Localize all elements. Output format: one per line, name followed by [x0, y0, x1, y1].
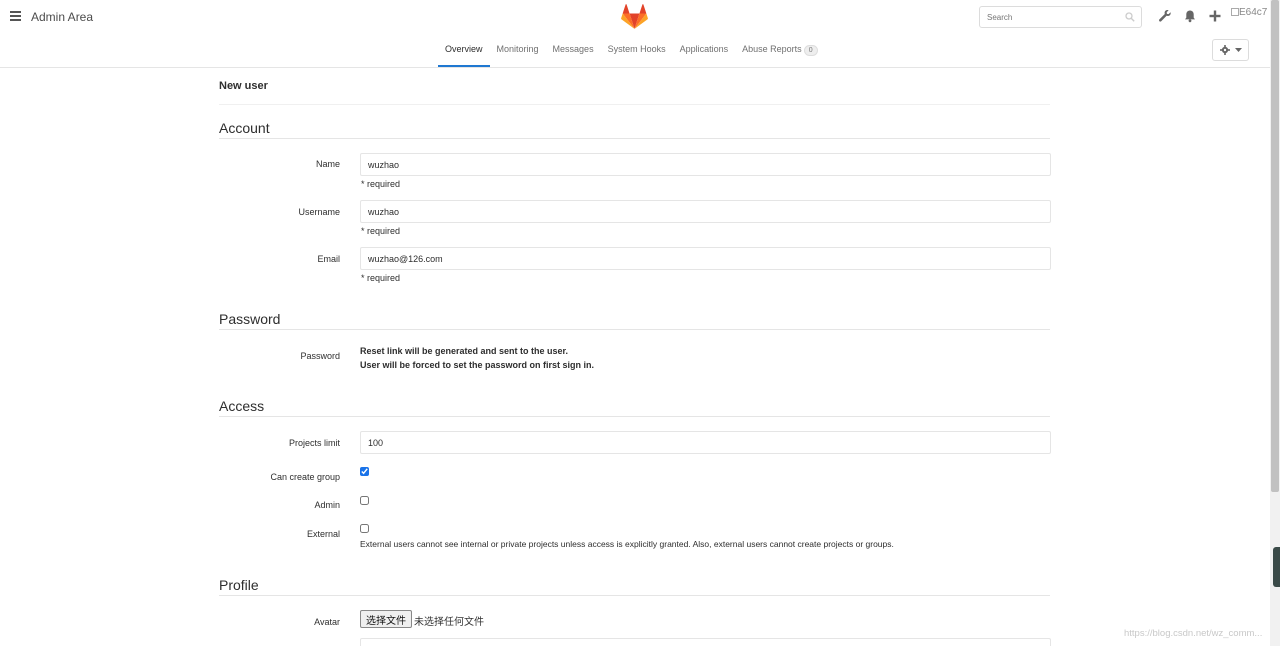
can-create-group-checkbox[interactable]: [360, 467, 369, 476]
password-info-line2: User will be forced to set the password …: [360, 360, 595, 370]
username-required-hint: * required: [361, 226, 401, 236]
password-reset-info: Reset link will be generated and sent to…: [360, 344, 594, 372]
email-input[interactable]: [360, 247, 1051, 270]
email-required-hint: * required: [361, 273, 401, 283]
projects-limit-label: Projects limit: [288, 438, 340, 448]
avatar-label: Avatar: [314, 617, 340, 627]
username-input[interactable]: [360, 200, 1051, 223]
admin-nav: Overview Monitoring Messages System Hook…: [0, 34, 1270, 68]
bell-icon[interactable]: [1183, 9, 1197, 23]
account-divider: [219, 138, 1050, 139]
password-info-line1: Reset link will be generated and sent to…: [360, 346, 569, 356]
abuse-reports-count-badge: 0: [803, 45, 818, 56]
no-file-chosen-text: 未选择任何文件: [414, 617, 484, 628]
name-required-hint: * required: [361, 179, 401, 189]
password-heading: Password: [219, 311, 281, 327]
external-label: External: [306, 529, 340, 539]
can-create-group-label: Can create group: [270, 472, 340, 482]
settings-dropdown-button[interactable]: [1212, 39, 1249, 61]
name-label: Name: [315, 159, 340, 169]
external-checkbox[interactable]: [360, 524, 369, 533]
tab-abuse-reports-label: Abuse Reports: [742, 44, 802, 54]
access-heading: Access: [219, 398, 265, 414]
avatar-alt-text: E64c7: [1239, 7, 1268, 18]
title-divider: [219, 104, 1050, 105]
page-scrollbar-thumb[interactable]: [1271, 0, 1279, 492]
email-label: Email: [317, 254, 340, 264]
tab-applications[interactable]: Applications: [673, 34, 736, 67]
next-profile-field[interactable]: [360, 638, 1051, 646]
tab-system-hooks[interactable]: System Hooks: [601, 34, 673, 67]
tab-messages[interactable]: Messages: [546, 34, 601, 67]
external-help-text: External users cannot see internal or pr…: [360, 539, 894, 549]
side-floating-widget[interactable]: [1273, 547, 1280, 587]
projects-limit-input[interactable]: [360, 431, 1051, 454]
account-heading: Account: [219, 120, 270, 136]
user-avatar[interactable]: E64c7: [1231, 7, 1270, 18]
access-divider: [219, 416, 1050, 417]
top-header: Admin Area E64c7: [0, 0, 1270, 34]
password-label: Password: [300, 351, 340, 361]
name-input[interactable]: [360, 153, 1051, 176]
profile-divider: [219, 595, 1050, 596]
watermark-text: https://blog.csdn.net/wz_comm...: [1124, 628, 1263, 639]
choose-file-button[interactable]: 选择文件: [360, 610, 412, 628]
search-icon: [1125, 12, 1135, 22]
admin-area-title: Admin Area: [31, 10, 94, 24]
search-box[interactable]: [979, 6, 1142, 28]
admin-label: Admin: [314, 500, 340, 510]
gitlab-logo-icon[interactable]: [621, 4, 648, 29]
page-title: New user: [219, 80, 268, 92]
password-divider: [219, 329, 1050, 330]
profile-heading: Profile: [219, 577, 259, 593]
tab-monitoring[interactable]: Monitoring: [490, 34, 546, 67]
chevron-down-icon: [1234, 47, 1242, 52]
broken-image-icon: [1231, 8, 1239, 16]
wrench-icon[interactable]: [1158, 9, 1172, 23]
hamburger-menu-icon[interactable]: [10, 11, 21, 21]
tab-abuse-reports[interactable]: Abuse Reports 0: [735, 34, 824, 67]
gear-icon: [1219, 45, 1230, 55]
search-input[interactable]: [980, 7, 1120, 27]
username-label: Username: [298, 207, 340, 217]
nav-tabs: Overview Monitoring Messages System Hook…: [438, 34, 825, 68]
tab-overview[interactable]: Overview: [438, 34, 490, 67]
admin-checkbox[interactable]: [360, 496, 369, 505]
plus-icon[interactable]: [1208, 9, 1222, 23]
